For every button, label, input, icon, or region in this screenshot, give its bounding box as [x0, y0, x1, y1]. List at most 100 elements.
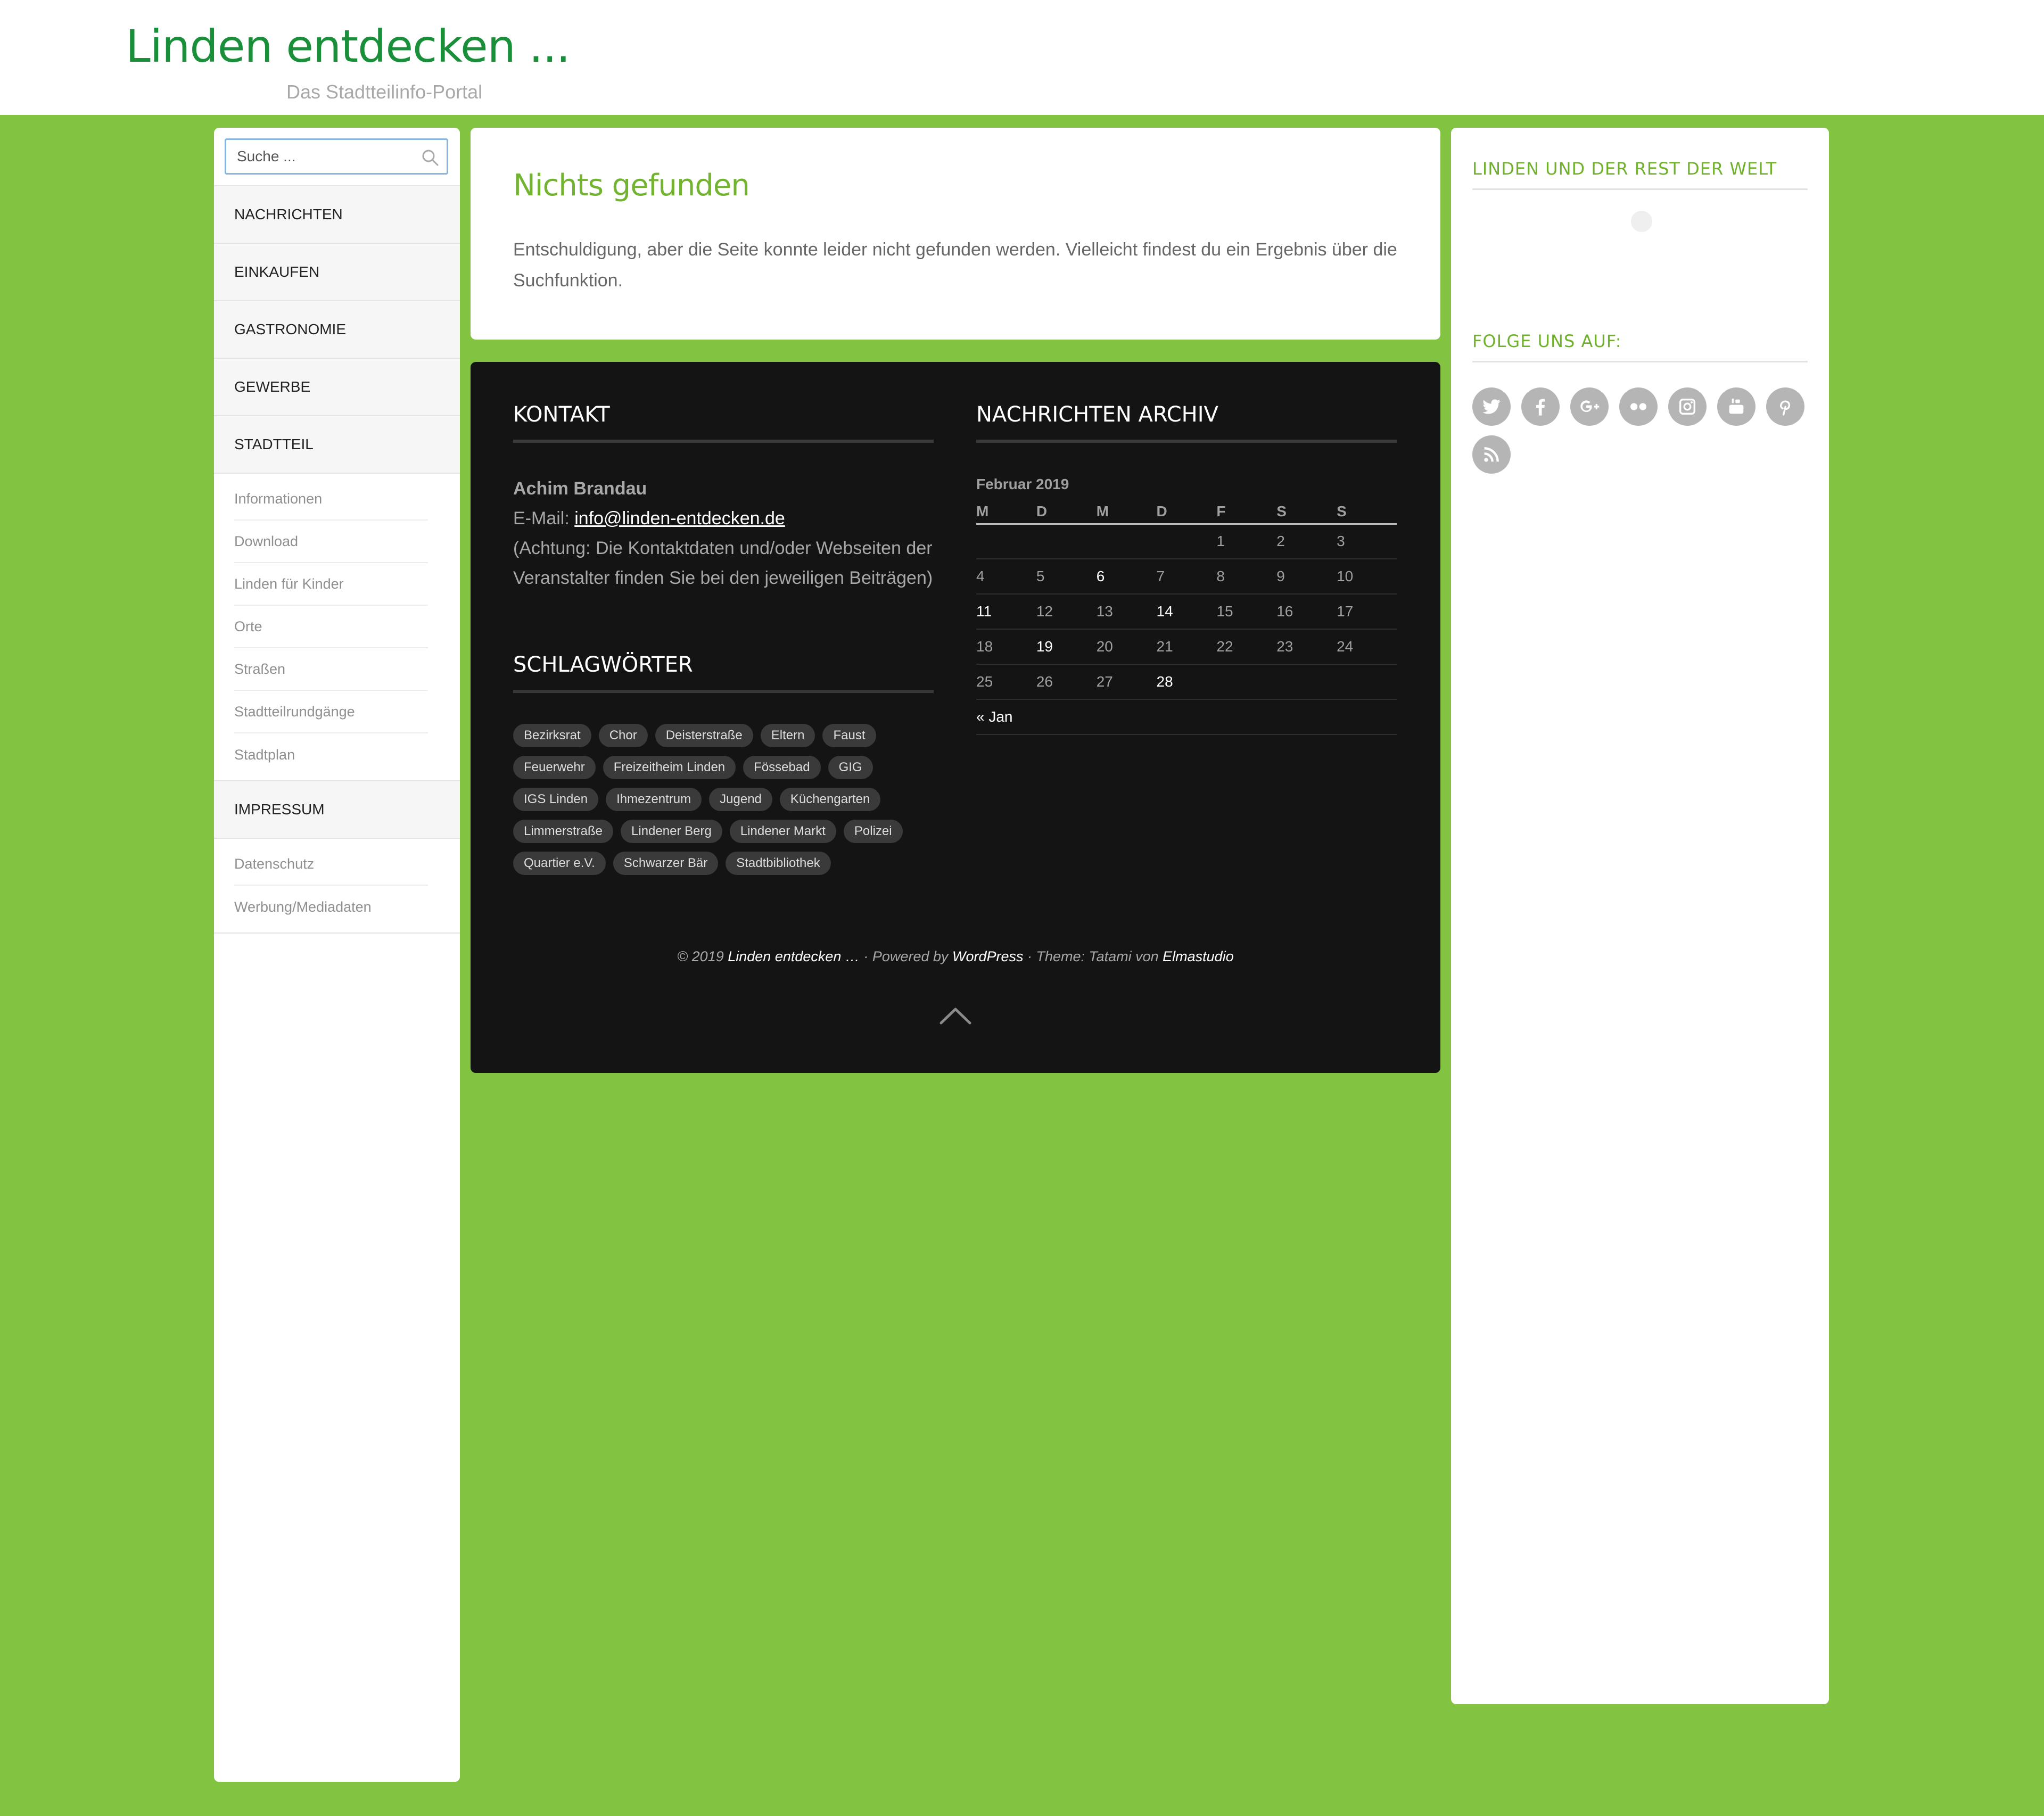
contact-note: (Achtung: Die Kontaktdaten und/oder Webs…	[513, 538, 933, 588]
calendar-day: 20	[1096, 629, 1157, 665]
nav-subitem-linden-fuer-kinder[interactable]: Linden für Kinder	[234, 563, 428, 606]
calendar-day: 12	[1036, 594, 1097, 630]
nav-submenu-impressum: Datenschutz Werbung/Mediadaten	[214, 838, 460, 932]
nav-item-einkaufen[interactable]: EINKAUFEN	[214, 243, 460, 300]
tag-link[interactable]: Deisterstraße	[655, 724, 753, 747]
calendar-prev-month-link[interactable]: « Jan	[976, 700, 1397, 735]
footer-credits: © 2019 Linden entdecken … · Powered by W…	[471, 948, 1440, 965]
calendar-week-row: 11 12 13 14 15 16 17	[976, 594, 1397, 630]
contact-name: Achim Brandau	[513, 478, 647, 499]
widget-title-divider	[1472, 361, 1808, 362]
calendar-day: 13	[1096, 594, 1157, 630]
nav-subitem-stadtteilrundgaenge[interactable]: Stadtteilrundgänge	[234, 691, 428, 733]
calendar-day: 24	[1337, 629, 1397, 665]
facebook-icon[interactable]	[1521, 387, 1560, 426]
calendar-empty-cell	[1216, 664, 1277, 700]
pinterest-icon[interactable]	[1766, 387, 1804, 426]
nav-item-gastronomie[interactable]: GASTRONOMIE	[214, 300, 460, 358]
calendar-table: M D M D F S S 1 2 3 4 5 6 7 8 9 10 11 12 13 14 15 16 17 1…	[976, 500, 1397, 700]
tag-link[interactable]: Küchengarten	[779, 788, 881, 811]
calendar-day: 18	[976, 629, 1036, 665]
tag-link[interactable]: Faust	[822, 724, 876, 747]
calendar-week-row: 4 5 6 7 8 9 10	[976, 559, 1397, 595]
tag-link[interactable]: Lindener Markt	[729, 820, 836, 843]
calendar-weekday: S	[1276, 500, 1337, 525]
credits-powered: · Powered by	[859, 948, 952, 964]
tag-link[interactable]: Ihmezentrum	[606, 788, 702, 811]
contact-widget-title: KONTAKT	[513, 402, 610, 427]
main-navigation: NACHRICHTEN EINKAUFEN GASTRONOMIE GEWERB…	[214, 185, 460, 934]
right-sidebar: LINDEN UND DER REST DER WELT FOLGE UNS A…	[1451, 128, 1829, 1704]
calendar-day-link[interactable]: 28	[1156, 664, 1217, 700]
calendar-day: 3	[1337, 524, 1397, 559]
calendar-weekday: D	[1036, 500, 1097, 525]
nav-subitem-werbung-mediadaten[interactable]: Werbung/Mediadaten	[234, 886, 428, 928]
flickr-icon[interactable]	[1619, 387, 1658, 426]
calendar-day: 1	[1216, 524, 1277, 559]
site-title[interactable]: Linden entdecken ...	[126, 20, 571, 72]
contact-email-label: E-Mail:	[513, 508, 575, 529]
tag-link[interactable]: Fössebad	[743, 756, 821, 779]
credits-wordpress-link[interactable]: WordPress	[952, 948, 1024, 964]
calendar-day: 8	[1216, 559, 1277, 595]
tag-link[interactable]: Schwarzer Bär	[613, 852, 719, 875]
tag-link[interactable]: Stadtbibliothek	[726, 852, 831, 875]
nav-subitem-datenschutz[interactable]: Datenschutz	[234, 843, 428, 886]
tag-link[interactable]: Eltern	[760, 724, 815, 747]
nav-divider	[214, 932, 460, 934]
nav-item-gewerbe[interactable]: GEWERBE	[214, 358, 460, 415]
tag-link[interactable]: Quartier e.V.	[513, 852, 606, 875]
twitter-icon[interactable]	[1472, 387, 1511, 426]
page-title: Nichts gefunden	[513, 168, 750, 203]
nav-subitem-download[interactable]: Download	[234, 521, 428, 563]
calendar-week-row: 123	[976, 524, 1397, 559]
rss-icon[interactable]	[1472, 435, 1511, 474]
tag-cloud: Bezirksrat Chor Deisterstraße Eltern Fau…	[513, 724, 939, 875]
main-content: Nichts gefunden Entschuldigung, aber die…	[471, 128, 1440, 340]
calendar-empty-cell	[1096, 524, 1157, 559]
google-plus-icon[interactable]	[1570, 387, 1609, 426]
nav-item-nachrichten[interactable]: NACHRICHTEN	[214, 185, 460, 243]
tag-link[interactable]: IGS Linden	[513, 788, 599, 811]
calendar-day: 26	[1036, 664, 1097, 700]
nav-item-impressum[interactable]: IMPRESSUM	[214, 780, 460, 838]
calendar-day-link[interactable]: 6	[1096, 559, 1157, 595]
calendar-day: 15	[1216, 594, 1277, 630]
calendar-weekday: D	[1156, 500, 1217, 525]
calendar-empty-cell	[1156, 524, 1217, 559]
credits-theme: · Theme: Tatami von	[1023, 948, 1163, 964]
contact-email-link[interactable]: info@linden-entdecken.de	[574, 508, 785, 529]
nav-subitem-informationen[interactable]: Informationen	[234, 478, 428, 521]
tag-link[interactable]: GIG	[828, 756, 873, 779]
credits-site-link[interactable]: Linden entdecken …	[728, 948, 860, 964]
tag-link[interactable]: Freizeitheim Linden	[603, 756, 736, 779]
calendar-day: 10	[1337, 559, 1397, 595]
calendar-day-link[interactable]: 11	[976, 594, 1036, 630]
nav-subitem-stadtplan[interactable]: Stadtplan	[234, 733, 428, 776]
tag-link[interactable]: Bezirksrat	[513, 724, 591, 747]
tag-link[interactable]: Feuerwehr	[513, 756, 596, 779]
footer-widget-area: KONTAKT Achim Brandau E-Mail: info@linde…	[471, 362, 1440, 1073]
loading-indicator	[1631, 211, 1652, 232]
tag-link[interactable]: Jugend	[709, 788, 772, 811]
credits-elmastudio-link[interactable]: Elmastudio	[1163, 948, 1234, 964]
tag-link[interactable]: Chor	[598, 724, 648, 747]
instagram-icon[interactable]	[1668, 387, 1707, 426]
calendar-week-row: 25 26 27 28	[976, 664, 1397, 700]
youtube-icon[interactable]	[1717, 387, 1755, 426]
calendar-day-link[interactable]: 14	[1156, 594, 1217, 630]
nav-subitem-orte[interactable]: Orte	[234, 606, 428, 648]
calendar-day-link[interactable]: 19	[1036, 629, 1097, 665]
tag-link[interactable]: Polizei	[843, 820, 903, 843]
tag-link[interactable]: Lindener Berg	[621, 820, 722, 843]
search-input[interactable]	[226, 140, 402, 173]
nav-subitem-strassen[interactable]: Straßen	[234, 648, 428, 691]
search-form	[225, 138, 448, 175]
search-icon[interactable]	[421, 148, 439, 167]
left-sidebar: NACHRICHTEN EINKAUFEN GASTRONOMIE GEWERB…	[214, 128, 460, 1782]
back-to-top-icon[interactable]	[939, 1006, 972, 1025]
calendar-day: 17	[1337, 594, 1397, 630]
nav-item-stadtteil[interactable]: STADTTEIL	[214, 415, 460, 473]
tag-link[interactable]: Limmerstraße	[513, 820, 614, 843]
nav-submenu-stadtteil: Informationen Download Linden für Kinder…	[214, 473, 460, 780]
